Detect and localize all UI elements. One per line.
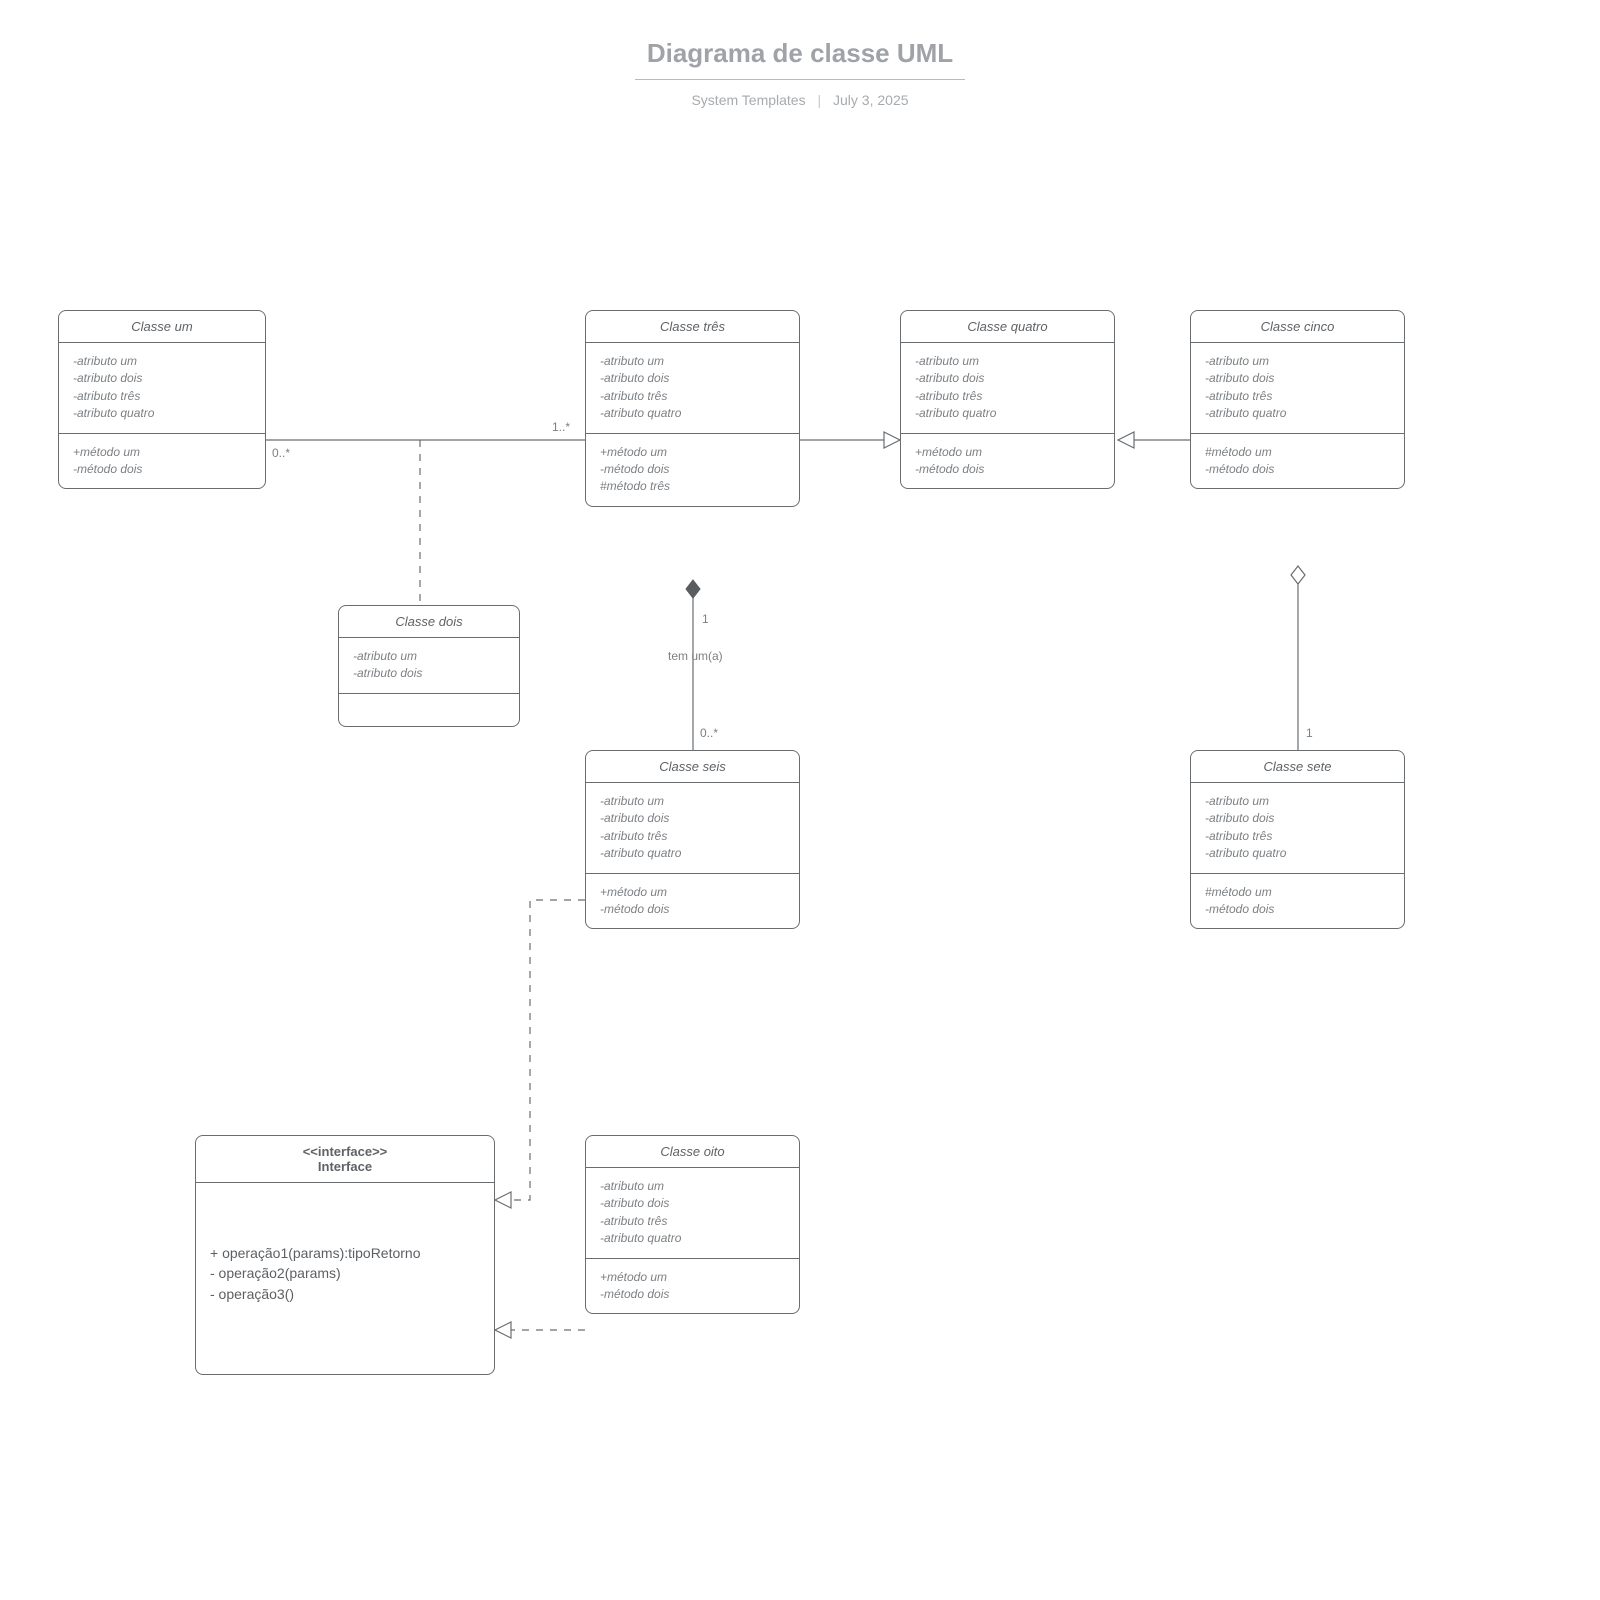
diagram-date: July 3, 2025 [833,92,909,108]
separator: | [817,92,821,108]
class-quatro[interactable]: Classe quatro -atributo um -atributo doi… [900,310,1115,489]
class-um-name: Classe um [59,311,265,343]
diagram-title: Diagrama de classe UML [635,38,965,80]
class-seis[interactable]: Classe seis -atributo um -atributo dois … [585,750,800,929]
mult-um-side: 0..* [272,446,290,460]
interface-name: <<interface>> Interface [196,1136,494,1183]
mult-agg-bottom: 1 [1306,726,1313,740]
class-seis-name: Classe seis [586,751,799,783]
class-seis-attrs: -atributo um -atributo dois -atributo tr… [586,783,799,873]
class-oito-attrs: -atributo um -atributo dois -atributo tr… [586,1168,799,1258]
class-tres-meths: +método um -método dois #método três [586,434,799,506]
diagram-author: System Templates [691,92,805,108]
class-um-attrs: -atributo um -atributo dois -atributo tr… [59,343,265,433]
class-dois-attrs: -atributo um -atributo dois [339,638,519,693]
edge-seis-interface-realization [495,900,585,1200]
class-sete-meths: #método um -método dois [1191,874,1404,929]
class-sete-attrs: -atributo um -atributo dois -atributo tr… [1191,783,1404,873]
class-seis-meths: +método um -método dois [586,874,799,929]
class-oito-meths: +método um -método dois [586,1259,799,1314]
class-um[interactable]: Classe um -atributo um -atributo dois -a… [58,310,266,489]
class-quatro-attrs: -atributo um -atributo dois -atributo tr… [901,343,1114,433]
rel-comp-name: tem um(a) [668,650,720,663]
class-cinco-meths: #método um -método dois [1191,434,1404,489]
interface-box[interactable]: <<interface>> Interface + operação1(para… [195,1135,495,1375]
class-dois-name: Classe dois [339,606,519,638]
class-cinco-name: Classe cinco [1191,311,1404,343]
class-cinco-attrs: -atributo um -atributo dois -atributo tr… [1191,343,1404,433]
mult-comp-top: 1 [702,612,709,626]
class-oito[interactable]: Classe oito -atributo um -atributo dois … [585,1135,800,1314]
class-tres-attrs: -atributo um -atributo dois -atributo tr… [586,343,799,433]
mult-tres-side: 1..* [552,420,570,434]
class-oito-name: Classe oito [586,1136,799,1168]
class-tres-name: Classe três [586,311,799,343]
class-cinco[interactable]: Classe cinco -atributo um -atributo dois… [1190,310,1405,489]
mult-comp-bottom: 0..* [700,726,718,740]
class-quatro-meths: +método um -método dois [901,434,1114,489]
class-quatro-name: Classe quatro [901,311,1114,343]
interface-ops: + operação1(params):tipoRetorno - operaç… [196,1183,494,1374]
class-dois-meths [339,694,519,726]
class-um-meths: +método um -método dois [59,434,265,489]
class-sete-name: Classe sete [1191,751,1404,783]
diagram-header: Diagrama de classe UML System Templates … [0,38,1600,108]
class-dois[interactable]: Classe dois -atributo um -atributo dois [338,605,520,727]
class-tres[interactable]: Classe três -atributo um -atributo dois … [585,310,800,507]
class-sete[interactable]: Classe sete -atributo um -atributo dois … [1190,750,1405,929]
